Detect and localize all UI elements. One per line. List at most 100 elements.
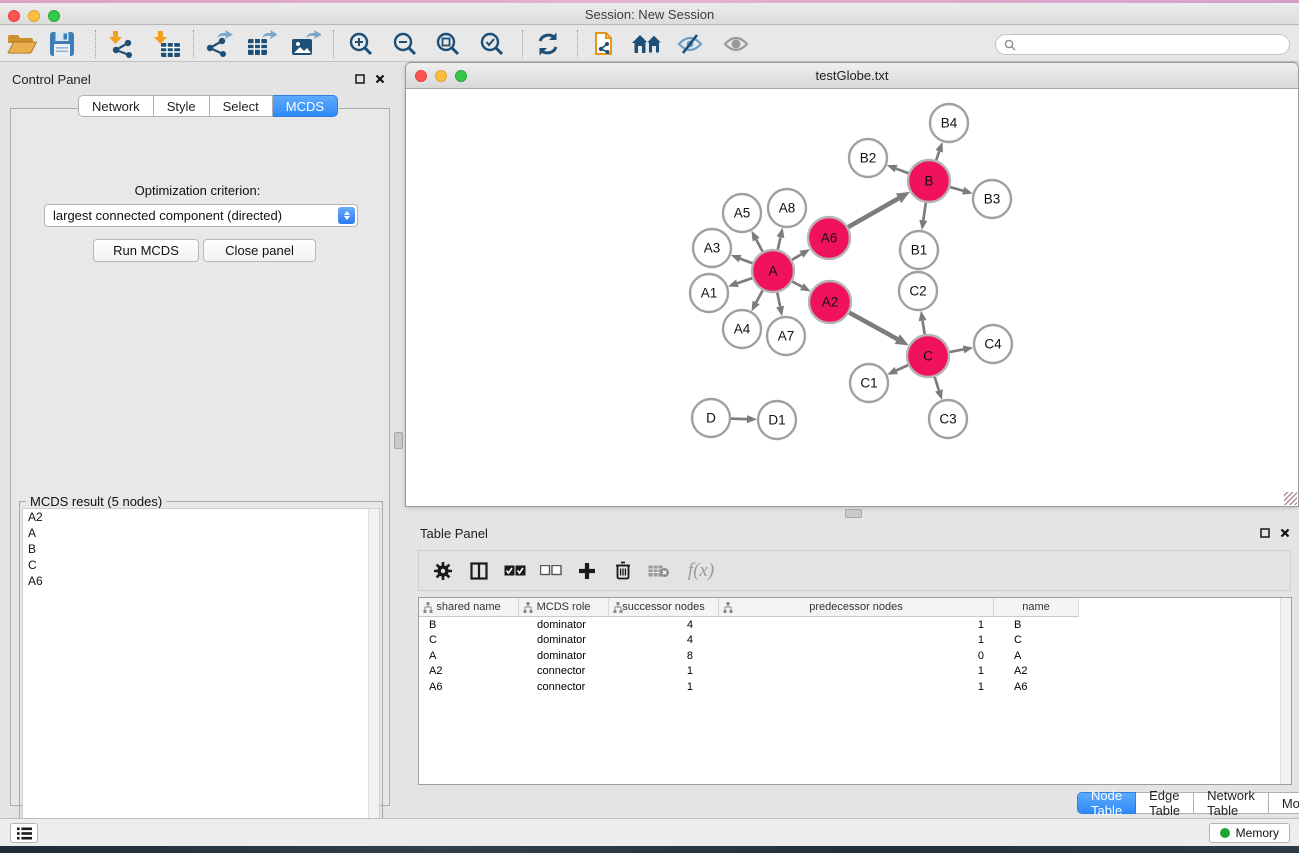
graph-edge-arrowhead	[919, 311, 927, 321]
duplicate-network-icon[interactable]	[588, 30, 622, 58]
run-mcds-button[interactable]: Run MCDS	[93, 239, 199, 262]
column-header-successor-nodes[interactable]: successor nodes	[609, 598, 719, 617]
graph-edge-B-B4[interactable]	[936, 151, 939, 161]
unselect-all-icon[interactable]	[537, 556, 565, 586]
network-window-titlebar[interactable]: testGlobe.txt	[406, 63, 1298, 89]
tab-node-table[interactable]: Node Table	[1077, 792, 1136, 814]
network-graph: AA1A2A3A4A5A6A7A8BB1B2B3B4CC1C2C3C4DD1	[407, 89, 1298, 506]
tab-network-table[interactable]: Network Table	[1194, 792, 1269, 814]
graph-edge-C-C4[interactable]	[949, 349, 964, 352]
graph-edge-A-A6[interactable]	[791, 254, 801, 260]
graph-edge-D-D1[interactable]	[730, 419, 747, 420]
float-panel-icon[interactable]	[355, 74, 365, 84]
tab-select[interactable]: Select	[210, 95, 273, 117]
graph-edge-C-C3[interactable]	[934, 376, 939, 390]
table-row[interactable]: Adominator80A	[419, 648, 1291, 664]
graph-edge-A-A2[interactable]	[791, 281, 801, 287]
graph-edge-C-C1[interactable]	[896, 365, 909, 371]
graph-edge-A2-C[interactable]	[848, 312, 897, 339]
mcds-result-item[interactable]: C	[23, 557, 379, 573]
export-image-icon[interactable]	[289, 30, 323, 58]
graph-edge-A-A4[interactable]	[756, 290, 763, 303]
delete-column-icon[interactable]	[609, 556, 637, 586]
tab-network[interactable]: Network	[78, 95, 154, 117]
graph-node-label: A2	[822, 295, 839, 310]
window-resize-grip[interactable]	[1284, 492, 1297, 505]
add-column-icon[interactable]	[573, 556, 601, 586]
task-history-button[interactable]	[10, 823, 38, 843]
horizontal-split-handle[interactable]	[845, 509, 862, 518]
open-session-icon[interactable]	[5, 30, 39, 58]
table-options-icon[interactable]	[429, 556, 457, 586]
apply-function-icon[interactable]: f(x)	[681, 556, 721, 586]
zoom-in-icon[interactable]	[344, 30, 378, 58]
graph-edge-A6-B[interactable]	[847, 198, 898, 227]
graph-edge-arrowhead	[776, 306, 784, 317]
graph-edge-B-B1[interactable]	[923, 202, 926, 221]
mcds-result-item[interactable]: A2	[23, 509, 379, 525]
toolbar-separator	[333, 30, 334, 58]
tab-motifs[interactable]: Motifs	[1269, 792, 1299, 814]
graph-edge-B-B3[interactable]	[949, 187, 963, 191]
table-scrollbar[interactable]	[1280, 598, 1291, 784]
close-panel-icon[interactable]	[1280, 528, 1290, 538]
search-field[interactable]	[995, 34, 1290, 55]
delete-table-icon[interactable]	[645, 556, 673, 586]
graph-edge-A-A5[interactable]	[756, 239, 763, 252]
mcds-result-item[interactable]: A6	[23, 573, 379, 589]
hide-selected-icon[interactable]	[673, 30, 707, 58]
vertical-split-handle[interactable]	[394, 432, 403, 449]
zoom-out-icon[interactable]	[388, 30, 422, 58]
refresh-icon[interactable]	[531, 30, 565, 58]
table-row[interactable]: A6connector11A6	[419, 679, 1291, 695]
column-header-MCDS-role[interactable]: MCDS role	[519, 598, 609, 617]
toolbar-separator	[95, 30, 96, 58]
graph-edge-arrowhead	[728, 279, 739, 287]
home-view-icon[interactable]	[630, 30, 664, 58]
graph-edge-arrowhead	[800, 283, 811, 291]
graph-edge-B-B2[interactable]	[896, 169, 909, 174]
graph-edge-A-A8[interactable]	[778, 237, 781, 250]
main-toolbar	[0, 26, 1299, 62]
column-manager-icon[interactable]	[465, 556, 493, 586]
memory-button[interactable]: Memory	[1209, 823, 1290, 843]
mcds-result-title: MCDS result (5 nodes)	[26, 494, 166, 509]
mcds-result-item[interactable]: B	[23, 541, 379, 557]
graph-edge-A-A1[interactable]	[737, 278, 753, 283]
save-session-icon[interactable]	[45, 30, 79, 58]
table-row[interactable]: Bdominator41B	[419, 617, 1291, 633]
graph-node-label: A4	[734, 322, 751, 337]
close-panel-button[interactable]: Close panel	[203, 239, 316, 262]
float-panel-icon[interactable]	[1260, 528, 1270, 538]
tab-mcds[interactable]: MCDS	[273, 95, 338, 117]
table-row[interactable]: A2connector11A2	[419, 664, 1291, 680]
zoom-selected-icon[interactable]	[475, 30, 509, 58]
mcds-list-scrollbar[interactable]	[368, 509, 379, 843]
tab-edge-table[interactable]: Edge Table	[1136, 792, 1194, 814]
zoom-fit-icon[interactable]	[431, 30, 465, 58]
select-all-icon[interactable]	[501, 556, 529, 586]
mcds-result-list[interactable]: A2ABCA6	[22, 508, 380, 844]
show-all-icon[interactable]	[719, 30, 753, 58]
network-canvas[interactable]: AA1A2A3A4A5A6A7A8BB1B2B3B4CC1C2C3C4DD1	[407, 89, 1298, 506]
import-table-icon[interactable]	[150, 30, 184, 58]
criterion-dropdown[interactable]: largest connected component (directed)	[44, 204, 358, 227]
import-network-icon[interactable]	[105, 30, 139, 58]
close-panel-icon[interactable]	[375, 74, 385, 84]
graph-edge-A-A3[interactable]	[740, 259, 753, 264]
mcds-result-item[interactable]: A	[23, 525, 379, 541]
column-header-name[interactable]: name	[994, 598, 1079, 617]
graph-node-label: B2	[860, 151, 877, 166]
export-network-icon[interactable]	[201, 30, 235, 58]
table-header-row: shared nameMCDS rolesuccessor nodesprede…	[419, 598, 1291, 617]
export-table-icon[interactable]	[245, 30, 279, 58]
tab-style[interactable]: Style	[154, 95, 210, 117]
table-row[interactable]: Cdominator41C	[419, 633, 1291, 649]
graph-edge-A-A7[interactable]	[777, 292, 780, 307]
search-input[interactable]	[1020, 38, 1289, 52]
column-header-predecessor-nodes[interactable]: predecessor nodes	[719, 598, 994, 617]
column-header-shared-name[interactable]: shared name	[419, 598, 519, 617]
graph-edge-C-C2[interactable]	[923, 321, 925, 336]
graph-edge-arrowhead	[731, 255, 742, 262]
graph-edge-arrowhead	[963, 346, 974, 354]
